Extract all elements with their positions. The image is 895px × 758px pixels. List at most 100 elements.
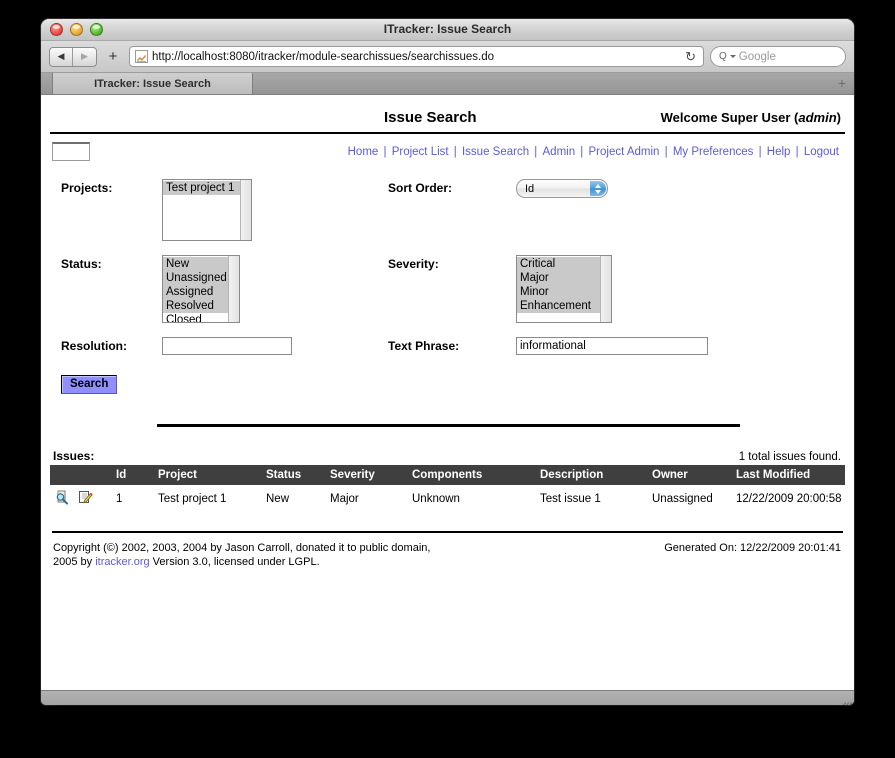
page-footer: Copyright (©) 2002, 2003, 2004 by Jason … bbox=[50, 533, 845, 569]
favicon-icon bbox=[135, 50, 148, 63]
projects-listbox-scrollbar[interactable] bbox=[240, 180, 251, 240]
back-button[interactable]: ◀ bbox=[50, 47, 73, 66]
copyright-line-1: Copyright (©) 2002, 2003, 2004 by Jason … bbox=[53, 542, 431, 554]
search-button-row: Search bbox=[50, 369, 845, 394]
issue-components: Unknown bbox=[412, 493, 460, 505]
search-button[interactable]: Search bbox=[61, 375, 118, 394]
copyright-prefix: 2005 by bbox=[53, 556, 96, 568]
add-tab-button[interactable]: + bbox=[103, 47, 123, 67]
issue-severity: Major bbox=[330, 493, 359, 505]
nav-link-logout[interactable]: Logout bbox=[804, 146, 839, 158]
copyright-block: Copyright (©) 2002, 2003, 2004 by Jason … bbox=[53, 541, 664, 569]
issues-label: Issues: bbox=[53, 449, 95, 463]
issues-column-header: Status bbox=[266, 465, 330, 485]
url-bar[interactable]: http://localhost:8080/itracker/module-se… bbox=[129, 46, 704, 67]
search-placeholder: Google bbox=[738, 50, 776, 63]
nav-link-my-preferences[interactable]: My Preferences bbox=[673, 146, 754, 158]
form-row-status-severity: Status: New Unassigned Assigned Resolved Clo… bbox=[50, 255, 845, 323]
projects-option[interactable]: Test project 1 bbox=[163, 181, 251, 195]
status-field: New Unassigned Assigned Resolved Closed bbox=[162, 255, 388, 323]
url-text: http://localhost:8080/itracker/module-se… bbox=[152, 50, 494, 63]
issues-column-header: Description bbox=[540, 465, 652, 485]
issue-status: New bbox=[266, 493, 290, 505]
issues-header-row: Id Project Status Severity Components Descrip… bbox=[50, 465, 845, 485]
issues-column-header: Owner bbox=[652, 465, 736, 485]
chevron-down-icon bbox=[595, 189, 601, 194]
table-row: 1 Test project 1 New Major Unknown Test issue… bbox=[50, 485, 845, 513]
forward-button[interactable]: ▶ bbox=[73, 48, 96, 66]
issue-id: 1 bbox=[116, 493, 123, 505]
itracker-page: Issue Search Welcome Super User (admin) … bbox=[41, 95, 854, 690]
severity-field: Critical Major Minor Enhancement bbox=[516, 255, 845, 323]
browser-window: ITracker: Issue Search ◀ ▶ + http://loca… bbox=[41, 19, 854, 705]
tab-itracker-issue-search[interactable]: ITracker: Issue Search bbox=[53, 73, 253, 94]
status-label: Status: bbox=[61, 257, 102, 271]
form-row-resolution-phrase: Resolution: Text Phrase: informational bbox=[50, 337, 845, 355]
severity-listbox[interactable]: Critical Major Minor Enhancement bbox=[516, 255, 612, 323]
resolution-input[interactable] bbox=[162, 337, 292, 355]
welcome-suffix: ) bbox=[836, 110, 841, 125]
reload-icon[interactable]: ↻ bbox=[685, 49, 698, 65]
severity-option[interactable] bbox=[517, 313, 611, 322]
status-listbox-scrollbar[interactable] bbox=[228, 256, 239, 322]
new-tab-icon[interactable]: + bbox=[838, 75, 846, 91]
resize-grip[interactable] bbox=[840, 692, 853, 705]
page-title: Issue Search bbox=[384, 109, 477, 126]
issues-column-header bbox=[50, 465, 116, 485]
tab-bar: ITracker: Issue Search + bbox=[41, 73, 854, 95]
nav-separator: | bbox=[755, 145, 765, 158]
generated-on: Generated On: 12/22/2009 20:01:41 bbox=[664, 542, 841, 554]
severity-option[interactable]: Enhancement bbox=[517, 299, 611, 313]
chevron-down-icon[interactable] bbox=[729, 55, 736, 58]
issues-table-head: Id Project Status Severity Components Descrip… bbox=[50, 465, 845, 485]
nav-link-issue-search[interactable]: Issue Search bbox=[462, 146, 529, 158]
severity-label: Severity: bbox=[388, 257, 439, 271]
search-icon: Q bbox=[719, 51, 727, 62]
welcome-message: Welcome Super User (admin) bbox=[661, 110, 845, 125]
issue-project: Test project 1 bbox=[158, 493, 227, 505]
window-statusbar bbox=[41, 690, 854, 705]
issue-last-modified: 12/22/2009 20:00:58 bbox=[736, 493, 842, 505]
issues-header: Issues: 1 total issues found. bbox=[50, 427, 845, 465]
itracker-link[interactable]: itracker.org bbox=[95, 556, 149, 568]
logo-placeholder bbox=[52, 142, 90, 161]
issue-actions-cell bbox=[50, 485, 116, 513]
severity-option[interactable]: Major bbox=[517, 271, 611, 285]
severity-option[interactable]: Minor bbox=[517, 285, 611, 299]
nav-link-project-list[interactable]: Project List bbox=[392, 146, 449, 158]
projects-listbox[interactable]: Test project 1 bbox=[162, 179, 252, 241]
severity-option[interactable]: Critical bbox=[517, 257, 611, 271]
stepper-icon[interactable] bbox=[590, 181, 606, 196]
sort-order-value: Id bbox=[525, 182, 535, 195]
nav-link-home[interactable]: Home bbox=[348, 146, 379, 158]
main-nav-links: Home | Project List | Issue Search | Adm… bbox=[90, 146, 845, 158]
browser-search-input[interactable]: Q Google bbox=[710, 46, 846, 67]
window-title: ITracker: Issue Search bbox=[383, 22, 512, 36]
nav-separator: | bbox=[380, 145, 390, 158]
issue-owner: Unassigned bbox=[652, 493, 713, 505]
welcome-prefix: Welcome Super User ( bbox=[660, 110, 799, 125]
sort-order-select[interactable]: Id bbox=[516, 179, 608, 198]
text-phrase-input[interactable]: informational bbox=[516, 337, 708, 355]
pencil-icon[interactable] bbox=[78, 490, 93, 508]
magnifier-icon[interactable] bbox=[55, 490, 70, 508]
issue-search-form: Projects: Test project 1 Sort Order: Id bbox=[50, 167, 845, 394]
nav-link-help[interactable]: Help bbox=[767, 146, 791, 158]
chevron-up-icon bbox=[595, 183, 601, 188]
nav-link-admin[interactable]: Admin bbox=[543, 146, 576, 158]
issues-column-header: Project bbox=[158, 465, 266, 485]
projects-label: Projects: bbox=[61, 181, 113, 195]
tab-left-stub bbox=[41, 73, 53, 94]
sort-order-label: Sort Order: bbox=[388, 181, 453, 195]
nav-link-project-admin[interactable]: Project Admin bbox=[589, 146, 660, 158]
sort-order-field: Id bbox=[516, 179, 845, 198]
status-listbox[interactable]: New Unassigned Assigned Resolved Closed bbox=[162, 255, 240, 323]
issues-column-header: Severity bbox=[330, 465, 412, 485]
nav-separator: | bbox=[450, 145, 460, 158]
nav-separator: | bbox=[792, 145, 802, 158]
issues-column-header: Components bbox=[412, 465, 540, 485]
severity-listbox-scrollbar[interactable] bbox=[600, 256, 611, 322]
tab-bar-filler: + bbox=[253, 73, 854, 94]
issues-count: 1 total issues found. bbox=[738, 451, 841, 463]
nav-row: Home | Project List | Issue Search | Adm… bbox=[50, 134, 845, 167]
